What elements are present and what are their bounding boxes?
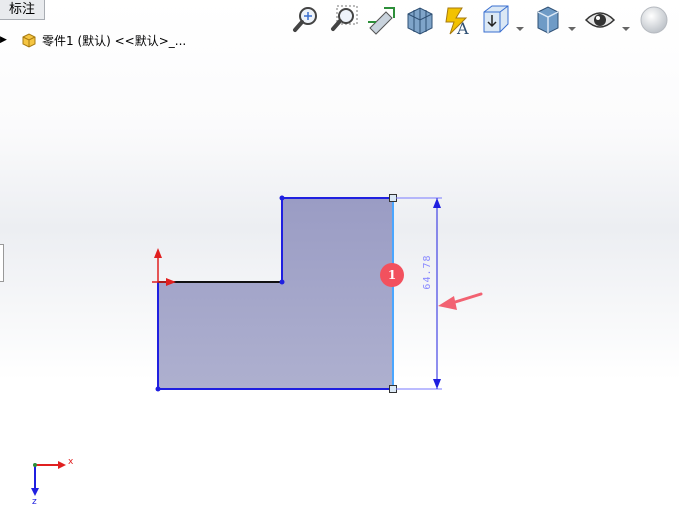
sketch-vertex[interactable] <box>155 386 161 392</box>
sketch-profile-region[interactable] <box>158 198 393 389</box>
axis-x-label: x <box>68 457 74 467</box>
sketch-vertex[interactable] <box>279 279 285 285</box>
vertical-dimension[interactable] <box>396 197 442 390</box>
dimension-value[interactable]: 64.78 <box>422 252 433 292</box>
sketch-canvas[interactable]: x z <box>0 0 679 507</box>
axis-z-label: z <box>32 497 37 507</box>
selected-endpoint-handle[interactable] <box>389 385 397 393</box>
callout-arrow-icon <box>438 292 483 310</box>
sketch-origin-icon <box>152 248 176 286</box>
selected-endpoint-handle[interactable] <box>389 194 397 202</box>
step-callout-badge: 1 <box>380 263 404 287</box>
sketch-vertex[interactable] <box>279 195 285 201</box>
reference-triad-icon: x z <box>31 457 74 507</box>
